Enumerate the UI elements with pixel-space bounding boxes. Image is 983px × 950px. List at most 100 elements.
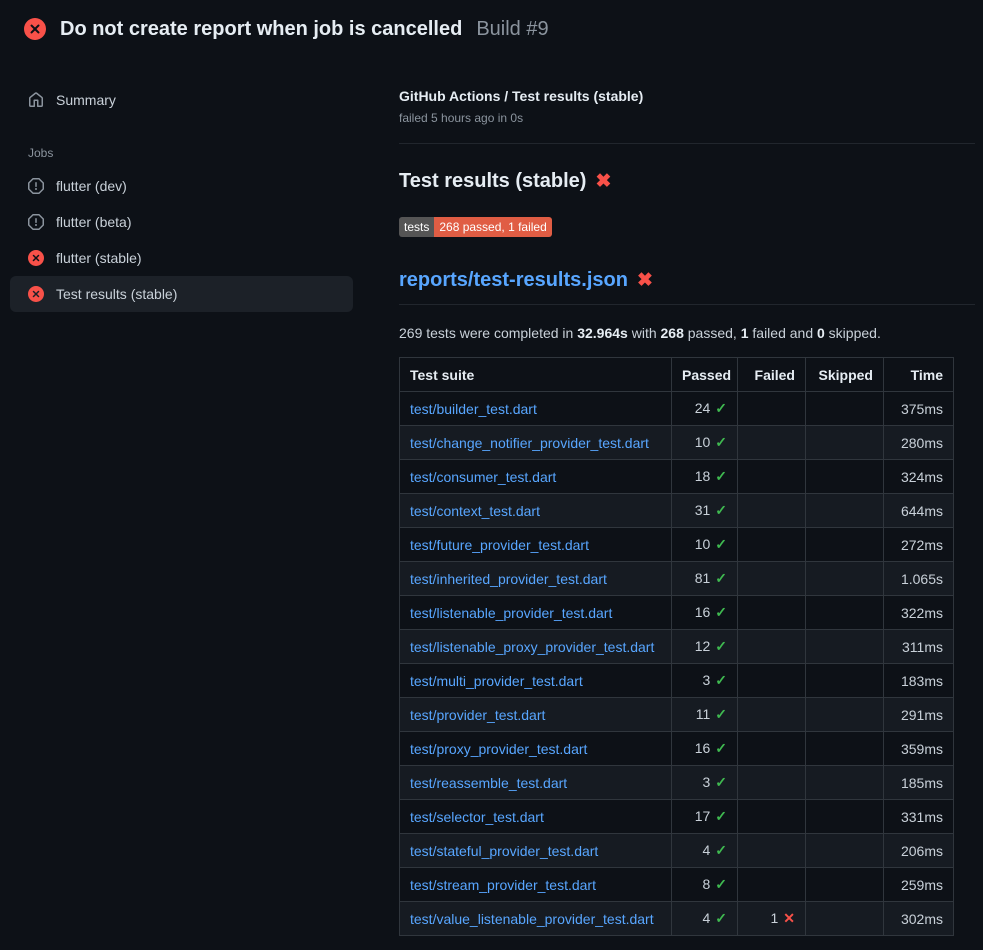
passed-cell: 4✓ — [672, 902, 738, 936]
check-icon: ✓ — [715, 570, 727, 586]
time-cell: 185ms — [884, 766, 954, 800]
failed-cell — [738, 800, 806, 834]
suite-cell: test/value_listenable_provider_test.dart — [400, 902, 672, 936]
suite-cell: test/context_test.dart — [400, 494, 672, 528]
time-cell: 324ms — [884, 460, 954, 494]
summary-text: 268 — [661, 325, 684, 341]
suite-link[interactable]: test/provider_test.dart — [410, 707, 545, 723]
sidebar-summary-label: Summary — [56, 92, 116, 108]
time-cell: 291ms — [884, 698, 954, 732]
suite-cell: test/proxy_provider_test.dart — [400, 732, 672, 766]
suite-link[interactable]: test/value_listenable_provider_test.dart — [410, 911, 654, 927]
table-row: test/listenable_proxy_provider_test.dart… — [400, 630, 954, 664]
suite-cell: test/consumer_test.dart — [400, 460, 672, 494]
sidebar-item-flutter-beta[interactable]: flutter (beta) — [10, 204, 353, 240]
suite-link[interactable]: test/reassemble_test.dart — [410, 775, 567, 791]
skipped-cell — [806, 868, 884, 902]
time-cell: 280ms — [884, 426, 954, 460]
passed-cell: 11✓ — [672, 698, 738, 732]
table-row: test/reassemble_test.dart 3✓ 185ms — [400, 766, 954, 800]
failed-cell — [738, 528, 806, 562]
suite-link[interactable]: test/inherited_provider_test.dart — [410, 571, 607, 587]
skipped-cell — [806, 494, 884, 528]
suite-link[interactable]: test/proxy_provider_test.dart — [410, 741, 587, 757]
summary-text: with — [628, 325, 661, 341]
breadcrumb: GitHub Actions / Test results (stable) — [399, 88, 975, 104]
results-table: Test suitePassedFailedSkippedTime test/b… — [399, 357, 954, 936]
report-heading: reports/test-results.json ✖ — [399, 269, 975, 305]
suite-link[interactable]: test/multi_provider_test.dart — [410, 673, 583, 689]
suite-cell: test/future_provider_test.dart — [400, 528, 672, 562]
time-cell: 259ms — [884, 868, 954, 902]
failed-cell — [738, 392, 806, 426]
job-label: flutter (beta) — [56, 214, 131, 230]
table-row: test/consumer_test.dart 18✓ 324ms — [400, 460, 954, 494]
passed-cell: 3✓ — [672, 664, 738, 698]
skipped-cell — [806, 766, 884, 800]
sidebar: Summary Jobs flutter (dev)flutter (beta)… — [0, 58, 399, 312]
passed-cell: 10✓ — [672, 426, 738, 460]
time-cell: 322ms — [884, 596, 954, 630]
passed-cell: 18✓ — [672, 460, 738, 494]
table-header-row: Test suitePassedFailedSkippedTime — [400, 358, 954, 392]
main-content: GitHub Actions / Test results (stable) f… — [399, 58, 983, 936]
run-header: Do not create report when job is cancell… — [0, 0, 983, 58]
time-cell: 359ms — [884, 732, 954, 766]
suite-link[interactable]: test/stateful_provider_test.dart — [410, 843, 598, 859]
report-file-link[interactable]: reports/test-results.json — [399, 269, 628, 292]
skipped-cell — [806, 596, 884, 630]
suite-link[interactable]: test/stream_provider_test.dart — [410, 877, 596, 893]
suite-link[interactable]: test/selector_test.dart — [410, 809, 544, 825]
column-header: Passed — [672, 358, 738, 392]
sidebar-item-flutter-stable[interactable]: flutter (stable) — [10, 240, 353, 276]
passed-cell: 24✓ — [672, 392, 738, 426]
failed-cell — [738, 460, 806, 494]
suite-link[interactable]: test/listenable_provider_test.dart — [410, 605, 612, 621]
summary-text: passed, — [684, 325, 741, 341]
suite-cell: test/builder_test.dart — [400, 392, 672, 426]
failed-cell — [738, 562, 806, 596]
failed-cell — [738, 630, 806, 664]
suite-link[interactable]: test/consumer_test.dart — [410, 469, 556, 485]
passed-cell: 3✓ — [672, 766, 738, 800]
skipped-cell — [806, 698, 884, 732]
skipped-cell — [806, 834, 884, 868]
suite-link[interactable]: test/listenable_proxy_provider_test.dart — [410, 639, 654, 655]
table-row: test/builder_test.dart24✓375ms — [400, 392, 954, 426]
table-row: test/inherited_provider_test.dart 81✓ 1.06… — [400, 562, 954, 596]
sidebar-item-summary[interactable]: Summary — [10, 82, 353, 118]
failed-cell — [738, 596, 806, 630]
table-row: test/multi_provider_test.dart3✓183ms — [400, 664, 954, 698]
build-number: Build #9 — [476, 18, 548, 41]
passed-cell: 17✓ — [672, 800, 738, 834]
passed-cell: 81✓ — [672, 562, 738, 596]
table-row: test/future_provider_test.dart10✓272ms — [400, 528, 954, 562]
suite-link[interactable]: test/builder_test.dart — [410, 401, 537, 417]
sidebar-item-flutter-dev[interactable]: flutter (dev) — [10, 168, 353, 204]
suite-link[interactable]: test/future_provider_test.dart — [410, 537, 589, 553]
time-cell: 1.065s — [884, 562, 954, 596]
table-row: test/selector_test.dart 17✓ 331ms — [400, 800, 954, 834]
check-icon: ✓ — [715, 808, 727, 824]
tests-badge: tests 268 passed, 1 failed — [399, 217, 552, 237]
suite-cell: test/inherited_provider_test.dart — [400, 562, 672, 596]
check-icon: ✓ — [715, 706, 727, 722]
skipped-cell — [806, 528, 884, 562]
suite-cell: test/reassemble_test.dart — [400, 766, 672, 800]
suite-link[interactable]: test/change_notifier_provider_test.dart — [410, 435, 649, 451]
results-heading-text: Test results (stable) — [399, 170, 586, 193]
time-cell: 331ms — [884, 800, 954, 834]
suite-link[interactable]: test/context_test.dart — [410, 503, 540, 519]
skipped-cell — [806, 664, 884, 698]
stop-icon — [28, 214, 44, 230]
sidebar-item-test-results-stable[interactable]: Test results (stable) — [10, 276, 353, 312]
cross-mark-icon: ✖ — [595, 172, 611, 191]
check-icon: ✓ — [715, 468, 727, 484]
x-circle-icon — [28, 250, 44, 266]
passed-cell: 4✓ — [672, 834, 738, 868]
summary-text: 0 — [817, 325, 825, 341]
suite-cell: test/multi_provider_test.dart — [400, 664, 672, 698]
passed-cell: 12✓ — [672, 630, 738, 664]
suite-cell: test/stateful_provider_test.dart — [400, 834, 672, 868]
summary-text: skipped. — [825, 325, 881, 341]
